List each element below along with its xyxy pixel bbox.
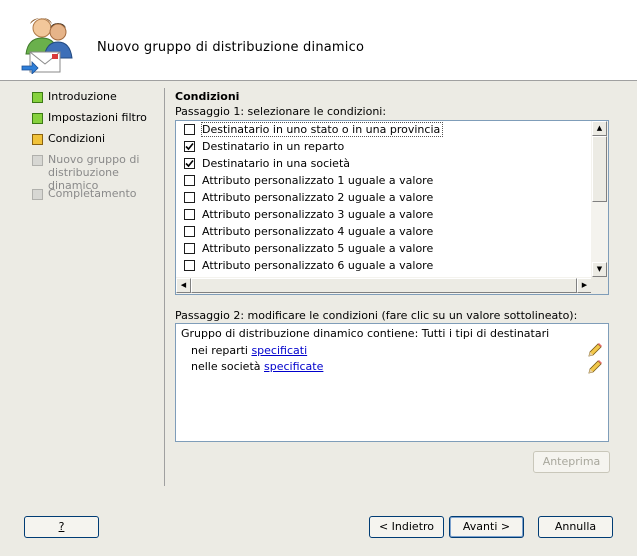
- condition-label: Attributo personalizzato 6 uguale a valo…: [202, 259, 434, 272]
- vertical-scrollbar[interactable]: ▲ ▼: [591, 121, 608, 277]
- checkbox[interactable]: [184, 124, 195, 135]
- scroll-down-icon[interactable]: ▼: [592, 262, 607, 277]
- checkbox[interactable]: [184, 209, 195, 220]
- scroll-right-icon[interactable]: ▶: [577, 278, 592, 293]
- help-label: ?: [58, 520, 65, 533]
- condition-label: Destinatario in un reparto: [202, 140, 345, 153]
- condition-label: Attributo personalizzato 2 uguale a valo…: [202, 191, 434, 204]
- wizard-title: Nuovo gruppo di distribuzione dinamico: [97, 40, 365, 55]
- step-impostazioni-filtro: Impostazioni filtro: [30, 111, 160, 132]
- step1-label: Passaggio 1: selezionare le condizioni:: [175, 105, 387, 118]
- condition-row[interactable]: Attributo personalizzato 3 uguale a valo…: [176, 206, 592, 223]
- wizard-header: Nuovo gruppo di distribuzione dinamico: [0, 0, 637, 80]
- checkbox[interactable]: [184, 260, 195, 271]
- step-pending-icon: [32, 155, 43, 166]
- step-label-line1: Nuovo gruppo di: [48, 153, 140, 166]
- section-title: Condizioni: [175, 90, 240, 103]
- condition-row[interactable]: Destinatario in un reparto: [176, 138, 592, 155]
- condition-row[interactable]: Attributo personalizzato 2 uguale a valo…: [176, 189, 592, 206]
- step-condizioni: Condizioni: [30, 132, 160, 153]
- cancel-button[interactable]: Annulla: [538, 516, 613, 538]
- checkbox[interactable]: [184, 226, 195, 237]
- pencil-icon[interactable]: [587, 359, 603, 375]
- condition-label: Destinatario in uno stato o in una provi…: [200, 122, 444, 137]
- step-label: Condizioni: [48, 132, 106, 145]
- scroll-up-icon[interactable]: ▲: [592, 121, 607, 136]
- step2-label: Passaggio 2: modificare le condizioni (f…: [175, 309, 578, 322]
- header-divider: [0, 80, 637, 81]
- condition-label: Attributo personalizzato 3 uguale a valo…: [202, 208, 434, 221]
- step-label: Introduzione: [48, 90, 117, 103]
- step-complete-icon: [32, 92, 43, 103]
- checkmark-icon: [185, 142, 194, 151]
- condition-label: Attributo personalizzato 5 uguale a valo…: [202, 242, 434, 255]
- condition-editor: Gruppo di distribuzione dinamico contien…: [175, 323, 609, 442]
- pencil-icon[interactable]: [587, 342, 603, 358]
- condition-line-reparti: nei reparti specificati: [191, 344, 307, 357]
- back-button[interactable]: < Indietro: [369, 516, 444, 538]
- condition-row[interactable]: Destinatario in una società: [176, 155, 592, 172]
- conditions-list: Destinatario in uno stato o in una provi…: [176, 121, 592, 277]
- scroll-thumb-horizontal[interactable]: [191, 278, 577, 293]
- condition-prefix: nei reparti: [191, 344, 252, 357]
- condition-row[interactable]: Destinatario in uno stato o in una provi…: [176, 121, 592, 138]
- conditions-listbox[interactable]: Destinatario in uno stato o in una provi…: [175, 120, 609, 295]
- preview-button[interactable]: Anteprima: [533, 451, 610, 473]
- step-current-icon: [32, 134, 43, 145]
- checkbox[interactable]: [184, 243, 195, 254]
- horizontal-scrollbar[interactable]: ◀ ▶: [176, 277, 592, 294]
- condition-label: Attributo personalizzato 4 uguale a valo…: [202, 225, 434, 238]
- condition-line-societa: nelle società specificate: [191, 360, 323, 373]
- condition-prefix: nelle società: [191, 360, 264, 373]
- step-introduzione: Introduzione: [30, 90, 160, 111]
- checkbox[interactable]: [184, 175, 195, 186]
- checkmark-icon: [185, 159, 194, 168]
- reparti-link[interactable]: specificati: [251, 344, 307, 357]
- societa-link[interactable]: specificate: [264, 360, 323, 373]
- checkbox[interactable]: [184, 158, 195, 169]
- users-envelope-icon: [21, 18, 73, 74]
- step-pending-icon: [32, 189, 43, 200]
- condition-row[interactable]: Attributo personalizzato 4 uguale a valo…: [176, 223, 592, 240]
- next-button[interactable]: Avanti >: [449, 516, 524, 538]
- scroll-thumb[interactable]: [592, 136, 607, 202]
- step-label: Completamento: [48, 187, 137, 200]
- condition-summary: Gruppo di distribuzione dinamico contien…: [181, 327, 550, 340]
- scroll-left-icon[interactable]: ◀: [176, 278, 191, 293]
- wizard-steps: Introduzione Impostazioni filtro Condizi…: [30, 90, 160, 208]
- checkbox[interactable]: [184, 141, 195, 152]
- condition-label: Attributo personalizzato 1 uguale a valo…: [202, 174, 434, 187]
- condition-row[interactable]: Attributo personalizzato 1 uguale a valo…: [176, 172, 592, 189]
- sidebar-divider: [164, 88, 165, 486]
- step-label: Impostazioni filtro: [48, 111, 147, 124]
- condition-row[interactable]: Attributo personalizzato 5 uguale a valo…: [176, 240, 592, 257]
- step-complete-icon: [32, 113, 43, 124]
- help-button[interactable]: ?: [24, 516, 99, 538]
- condition-row[interactable]: Attributo personalizzato 6 uguale a valo…: [176, 257, 592, 274]
- condition-label: Destinatario in una società: [202, 157, 351, 170]
- step-completamento: Completamento: [30, 187, 160, 208]
- step-nuovo-gruppo: Nuovo gruppo di distribuzione dinamico: [30, 153, 160, 192]
- scrollbar-corner: [591, 277, 608, 294]
- checkbox[interactable]: [184, 192, 195, 203]
